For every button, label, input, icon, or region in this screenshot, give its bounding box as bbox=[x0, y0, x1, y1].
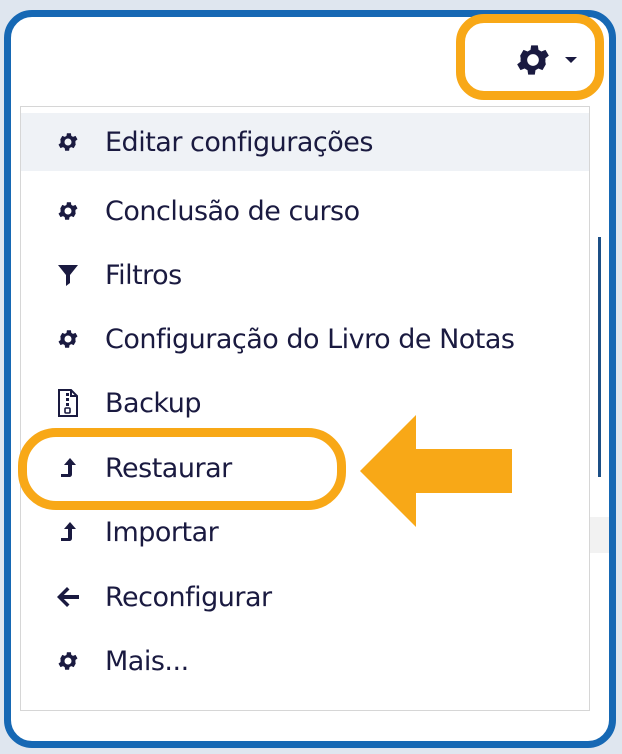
restaurar-highlight-outline bbox=[18, 428, 346, 510]
arrow-left-icon bbox=[55, 584, 81, 610]
menu-item-label: Conclusão de curso bbox=[105, 195, 360, 227]
menu-item-configuracao-livro-de-notas[interactable]: Configuração do Livro de Notas bbox=[21, 310, 589, 368]
settings-dropdown-menu: Editar configurações Conclusão de curso … bbox=[20, 106, 590, 711]
menu-item-label: Mais... bbox=[105, 645, 189, 677]
file-archive-icon bbox=[55, 389, 81, 417]
menu-item-label: Importar bbox=[105, 516, 219, 548]
gear-icon bbox=[55, 129, 81, 155]
arrow-left-icon bbox=[360, 415, 512, 527]
menu-item-conclusao-de-curso[interactable]: Conclusão de curso bbox=[21, 182, 589, 240]
filter-icon bbox=[55, 262, 81, 288]
gear-highlight-outline bbox=[456, 14, 604, 100]
menu-item-label: Backup bbox=[105, 387, 201, 419]
gear-icon bbox=[55, 326, 81, 352]
menu-item-label: Reconfigurar bbox=[105, 581, 272, 613]
menu-item-reconfigurar[interactable]: Reconfigurar bbox=[21, 568, 589, 626]
menu-item-label: Editar configurações bbox=[105, 126, 373, 158]
menu-item-filtros[interactable]: Filtros bbox=[21, 246, 589, 304]
page-divider bbox=[598, 237, 601, 477]
menu-item-label: Filtros bbox=[105, 259, 182, 291]
gear-icon bbox=[55, 198, 81, 224]
menu-item-mais[interactable]: Mais... bbox=[21, 632, 589, 690]
level-up-icon bbox=[55, 519, 81, 545]
menu-item-label: Configuração do Livro de Notas bbox=[105, 323, 515, 355]
gear-icon bbox=[55, 648, 81, 674]
menu-item-editar-configuracoes[interactable]: Editar configurações bbox=[21, 113, 589, 171]
